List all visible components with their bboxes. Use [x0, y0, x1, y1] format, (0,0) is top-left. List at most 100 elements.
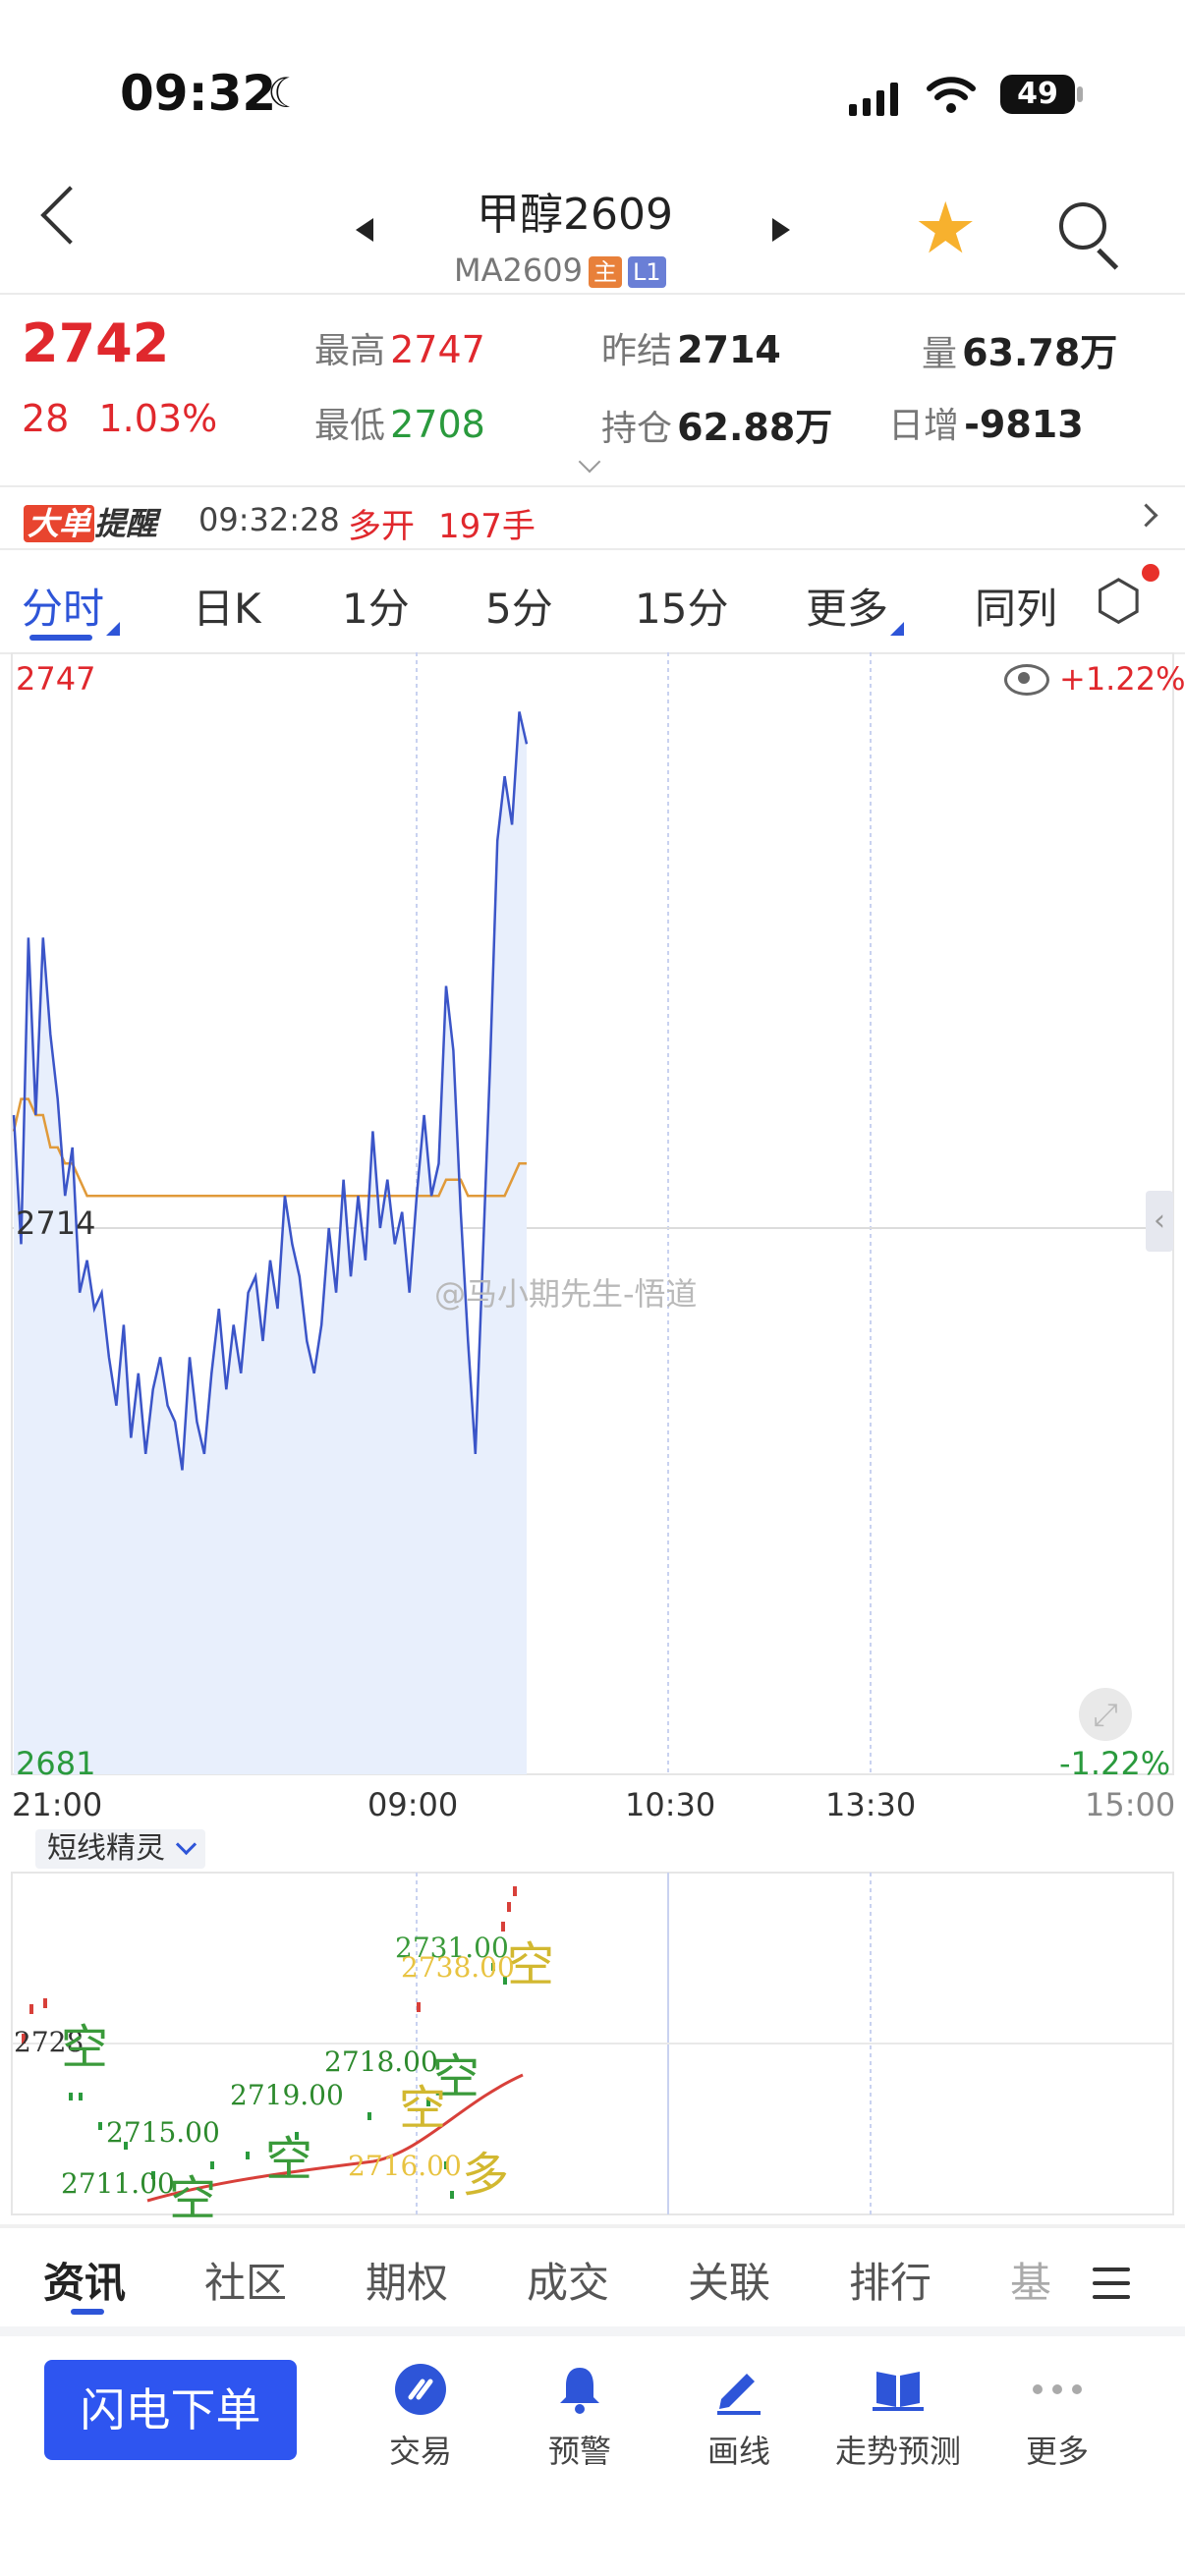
- indicator-name: 短线精灵: [47, 1831, 165, 1866]
- signal-side: 空: [399, 2081, 447, 2136]
- trade-button[interactable]: 交易: [342, 2358, 499, 2472]
- draw-line-button[interactable]: 画线: [660, 2358, 818, 2472]
- low-value: 2708: [390, 403, 485, 446]
- fullscreen-icon[interactable]: ⤢: [1079, 1688, 1132, 1741]
- next-contract-button[interactable]: [772, 218, 790, 242]
- trade-label: 交易: [388, 2433, 452, 2470]
- open-interest-value: 62.88万: [677, 406, 833, 449]
- tab-related[interactable]: 关联: [688, 2250, 770, 2310]
- contract-code: MA2609 主 L1: [454, 252, 666, 289]
- signal-side: 空: [169, 2171, 217, 2226]
- tab-1min[interactable]: 1分: [342, 576, 410, 636]
- tab-intraday-label: 分时: [22, 585, 105, 633]
- more-dots-icon: [1033, 2384, 1082, 2394]
- tab-more-label: 更多: [806, 585, 889, 633]
- battery-cap: [1077, 86, 1083, 102]
- large-order-label: 大单: [24, 505, 95, 542]
- high-label: 最高: [314, 331, 386, 371]
- high-stat: 最高 2747: [314, 322, 485, 373]
- alert-label: 预警: [547, 2433, 611, 2470]
- alert-button[interactable]: 预警: [501, 2358, 658, 2472]
- low-label: 最低: [314, 406, 386, 446]
- tab-15min[interactable]: 15分: [635, 576, 728, 636]
- contract-code-text: MA2609: [454, 252, 583, 289]
- notification-dot: [1142, 564, 1159, 582]
- tab-options[interactable]: 期权: [366, 2250, 448, 2310]
- watermark: @马小期先生-悟道: [434, 1275, 698, 1313]
- search-icon-handle: [1097, 248, 1119, 270]
- expand-quote-chevron-icon[interactable]: [578, 450, 601, 474]
- x-tick-label: 21:00: [12, 1786, 103, 1823]
- search-icon[interactable]: [1059, 202, 1106, 250]
- daily-increase-stat: 日增 -9813: [888, 397, 1084, 448]
- alert-quantity: 197手: [438, 507, 536, 546]
- x-tick-label: 09:00: [367, 1786, 459, 1823]
- alert-direction: 多开: [348, 507, 415, 546]
- tab-same-column[interactable]: 同列: [975, 576, 1057, 636]
- back-button[interactable]: [40, 186, 99, 245]
- daily-increase-label: 日增: [888, 406, 960, 446]
- large-order-alert-bar[interactable]: [0, 489, 1185, 546]
- change-value: 28: [22, 397, 70, 440]
- trend-forecast-button[interactable]: 走势预测: [819, 2358, 977, 2472]
- wifi-icon: [927, 77, 976, 113]
- level-badge: L1: [627, 256, 666, 288]
- prev-contract-button[interactable]: [356, 218, 373, 242]
- signal-side: 空: [61, 2020, 109, 2075]
- remind-label: 提醒: [94, 505, 158, 542]
- main-contract-badge: 主: [588, 256, 622, 288]
- more-button[interactable]: 更多: [979, 2358, 1136, 2472]
- prev-settle-stat: 昨结 2714: [601, 322, 781, 373]
- volume-label: 量: [922, 334, 958, 374]
- contract-title: 甲醇2609: [477, 190, 673, 240]
- pct-top-label: +1.22%: [1059, 660, 1185, 698]
- indicator-dropdown[interactable]: 短线精灵: [35, 1829, 205, 1869]
- status-time: 09:32: [120, 65, 277, 122]
- active-tab-indicator: [71, 2309, 104, 2315]
- signal-side: 多: [462, 2148, 510, 2203]
- divider: [0, 485, 1185, 487]
- dropdown-corner-icon: [890, 622, 905, 636]
- more-label: 更多: [1025, 2433, 1089, 2470]
- signal-price: 2738.00: [401, 1951, 515, 1984]
- volume-stat: 量 63.78万: [922, 322, 1117, 376]
- menu-icon[interactable]: [1093, 2268, 1130, 2309]
- tab-news[interactable]: 资讯: [43, 2250, 126, 2310]
- tab-trades[interactable]: 成交: [527, 2250, 609, 2310]
- divider: [0, 2224, 1185, 2228]
- tab-5min[interactable]: 5分: [485, 576, 553, 636]
- y-axis-bottom-label: 2681: [16, 1745, 96, 1782]
- flash-order-button[interactable]: 闪电下单: [44, 2360, 297, 2460]
- chevron-down-icon: [175, 1833, 198, 1856]
- settings-hexagon-icon[interactable]: ⬡: [1095, 574, 1143, 629]
- tab-fundamentals[interactable]: 基: [1010, 2250, 1051, 2310]
- tab-community[interactable]: 社区: [204, 2250, 287, 2310]
- prev-settle-label: 昨结: [601, 331, 673, 371]
- intraday-chart[interactable]: [0, 652, 1185, 1782]
- daily-increase-value: -9813: [964, 403, 1084, 446]
- tab-more[interactable]: 更多: [806, 576, 905, 636]
- trade-icon: [395, 2364, 446, 2415]
- x-tick-label: 13:30: [825, 1786, 917, 1823]
- book-icon: [873, 2372, 924, 2411]
- expand-side-panel-handle[interactable]: ‹: [1146, 1191, 1173, 1252]
- low-stat: 最低 2708: [314, 397, 485, 448]
- divider: [0, 548, 1185, 550]
- alert-time: 09:32:28: [198, 501, 340, 538]
- signal-price: 2711.00: [61, 2167, 175, 2200]
- tab-ranking[interactable]: 排行: [849, 2250, 931, 2310]
- favorite-star-icon[interactable]: ★: [914, 193, 978, 263]
- signal-side: 空: [265, 2132, 313, 2187]
- eye-icon-pupil: [1018, 672, 1030, 684]
- volume-value: 63.78万: [962, 331, 1118, 374]
- forecast-label: 走势预测: [834, 2433, 961, 2470]
- change-percent: 1.03%: [98, 397, 218, 440]
- bell-icon: [560, 2368, 599, 2414]
- tab-intraday[interactable]: 分时: [22, 576, 121, 636]
- large-order-tag: 大单 提醒: [24, 499, 157, 544]
- price-change: 28 1.03%: [22, 397, 217, 440]
- price-area-fill: [14, 711, 527, 1774]
- tab-daily-k[interactable]: 日K: [193, 576, 261, 636]
- x-tick-label: 10:30: [625, 1786, 716, 1823]
- prev-settle-value: 2714: [677, 328, 781, 371]
